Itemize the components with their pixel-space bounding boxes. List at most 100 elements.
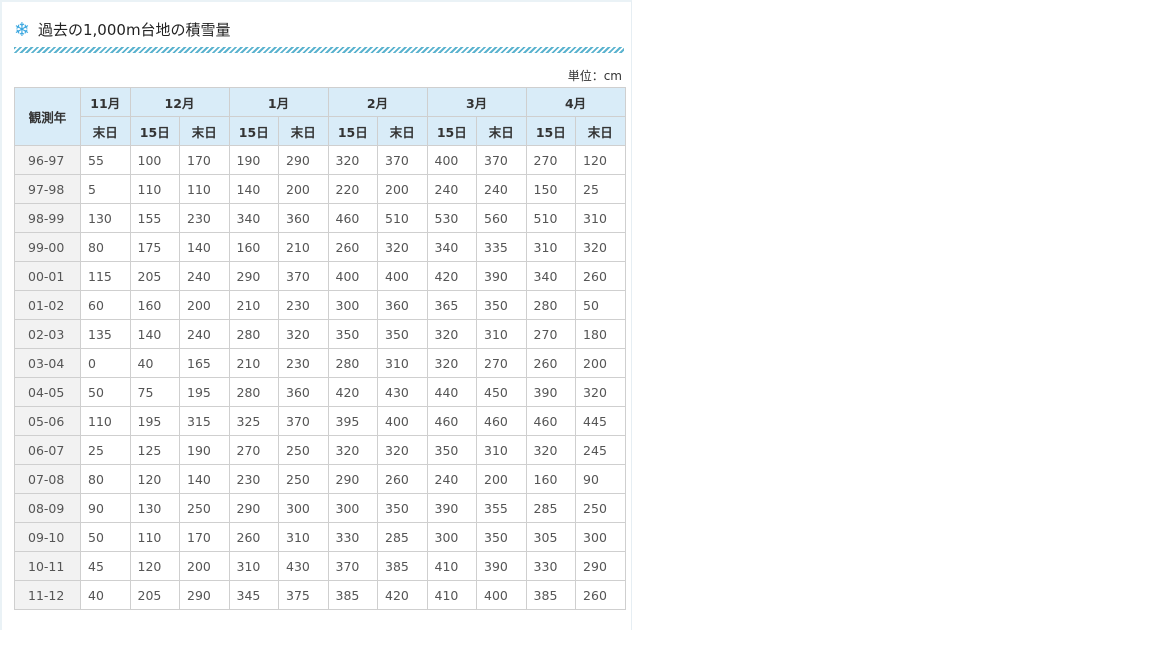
snow-depth-cell: 290 — [228, 261, 279, 291]
snow-depth-cell: 460 — [476, 406, 527, 436]
snow-depth-cell: 160 — [228, 232, 279, 262]
snow-depth-cell: 320 — [525, 435, 577, 465]
snow-depth-cell: 200 — [575, 348, 626, 378]
snow-depth-cell: 55 — [80, 145, 131, 175]
month-header-dec: 12月 — [129, 87, 230, 117]
snow-depth-cell: 420 — [327, 377, 379, 407]
month-header-jan: 1月 — [228, 87, 329, 117]
snow-depth-cell: 320 — [377, 232, 428, 262]
day-header: 15日 — [228, 116, 279, 146]
snow-depth-cell: 310 — [278, 522, 329, 552]
year-cell: 04-05 — [14, 377, 81, 407]
snow-depth-cell: 460 — [525, 406, 577, 436]
snow-depth-cell: 310 — [575, 203, 626, 233]
day-header: 末日 — [80, 116, 131, 146]
snow-depth-cell: 160 — [129, 290, 180, 320]
snow-depth-cell: 110 — [80, 406, 131, 436]
snow-depth-cell: 0 — [80, 348, 131, 378]
snow-depth-cell: 400 — [476, 580, 527, 610]
snow-depth-cell: 355 — [476, 493, 527, 523]
snow-depth-cell: 260 — [575, 580, 626, 610]
snow-depth-cell: 210 — [228, 348, 279, 378]
snow-depth-cell: 420 — [377, 580, 428, 610]
snow-depth-cell: 300 — [327, 290, 379, 320]
snow-depth-cell: 150 — [525, 174, 577, 204]
year-cell: 08-09 — [14, 493, 81, 523]
day-header: 末日 — [476, 116, 527, 146]
day-header: 末日 — [575, 116, 626, 146]
heading-stripe-divider — [14, 47, 624, 53]
year-cell: 01-02 — [14, 290, 81, 320]
table-row: 05-06 110 195 315 325 370 395 400 460 460 460 445 — [14, 406, 626, 436]
snow-depth-cell: 330 — [525, 551, 577, 581]
snow-depth-cell: 280 — [228, 377, 279, 407]
snow-depth-cell: 310 — [377, 348, 428, 378]
snow-depth-cell: 310 — [525, 232, 577, 262]
month-header-mar: 3月 — [426, 87, 527, 117]
snow-depth-cell: 430 — [377, 377, 428, 407]
month-header-nov: 11月 — [80, 87, 131, 117]
snow-depth-cell: 385 — [327, 580, 379, 610]
snow-depth-cell: 280 — [525, 290, 577, 320]
snow-depth-cell: 325 — [228, 406, 279, 436]
year-cell: 09-10 — [14, 522, 81, 552]
snow-depth-cell: 280 — [327, 348, 379, 378]
snow-depth-cell: 140 — [129, 319, 180, 349]
snowfall-table: 観測年 11月 12月 1月 2月 3月 4月 末日 15日 末日 15日 末日… — [14, 87, 626, 610]
year-cell: 96-97 — [14, 145, 81, 175]
snow-depth-cell: 360 — [278, 377, 329, 407]
snow-depth-cell: 305 — [525, 522, 577, 552]
snow-depth-cell: 390 — [476, 551, 527, 581]
snow-depth-cell: 110 — [179, 174, 230, 204]
snow-depth-cell: 175 — [129, 232, 180, 262]
day-header: 末日 — [179, 116, 230, 146]
snow-depth-cell: 300 — [278, 493, 329, 523]
snow-depth-cell: 335 — [476, 232, 527, 262]
snow-depth-cell: 410 — [426, 551, 478, 581]
year-cell: 05-06 — [14, 406, 81, 436]
snow-depth-cell: 310 — [228, 551, 279, 581]
snow-depth-cell: 250 — [278, 435, 329, 465]
snow-depth-cell: 75 — [129, 377, 180, 407]
snow-depth-cell: 320 — [575, 232, 626, 262]
snow-depth-cell: 90 — [80, 493, 131, 523]
table-row: 11-12 40 205 290 345 375 385 420 410 400 385 260 — [14, 580, 626, 610]
snow-depth-cell: 510 — [377, 203, 428, 233]
snow-depth-cell: 410 — [426, 580, 478, 610]
year-cell: 02-03 — [14, 319, 81, 349]
snow-depth-cell: 45 — [80, 551, 131, 581]
snow-depth-cell: 260 — [377, 464, 428, 494]
snow-depth-cell: 115 — [80, 261, 131, 291]
month-header-row: 観測年 11月 12月 1月 2月 3月 4月 — [14, 87, 626, 146]
year-cell: 97-98 — [14, 174, 81, 204]
table-row: 02-03 135 140 240 280 320 350 350 320 310 270 180 — [14, 319, 626, 349]
snow-depth-cell: 270 — [476, 348, 527, 378]
year-cell: 07-08 — [14, 464, 81, 494]
table-row: 03-04 0 40 165 210 230 280 310 320 270 260 200 — [14, 348, 626, 378]
year-cell: 10-11 — [14, 551, 81, 581]
snow-depth-cell: 390 — [476, 261, 527, 291]
snow-depth-cell: 50 — [80, 377, 131, 407]
snow-depth-cell: 290 — [228, 493, 279, 523]
snow-depth-cell: 320 — [327, 435, 379, 465]
snow-depth-cell: 260 — [525, 348, 577, 378]
table-row: 09-10 50 110 170 260 310 330 285 300 350 305 300 — [14, 522, 626, 552]
snow-depth-cell: 80 — [80, 232, 131, 262]
snow-depth-cell: 560 — [476, 203, 527, 233]
snow-depth-cell: 310 — [476, 435, 527, 465]
snow-depth-cell: 390 — [525, 377, 577, 407]
snow-depth-cell: 280 — [228, 319, 279, 349]
snow-depth-cell: 200 — [179, 290, 230, 320]
snow-depth-cell: 370 — [278, 406, 329, 436]
snow-depth-cell: 195 — [179, 377, 230, 407]
table-row: 99-00 80 175 140 160 210 260 320 340 335 310 320 — [14, 232, 626, 262]
snow-depth-cell: 90 — [575, 464, 626, 494]
day-header: 末日 — [377, 116, 428, 146]
snow-depth-cell: 270 — [525, 145, 577, 175]
snow-depth-cell: 400 — [327, 261, 379, 291]
snow-depth-cell: 205 — [129, 261, 180, 291]
snow-depth-cell: 440 — [426, 377, 478, 407]
table-body: 96-97 55 100 170 190 290 320 370 400 370 270 120 97-… — [14, 145, 626, 610]
snow-depth-cell: 320 — [327, 145, 379, 175]
snow-depth-cell: 125 — [129, 435, 180, 465]
